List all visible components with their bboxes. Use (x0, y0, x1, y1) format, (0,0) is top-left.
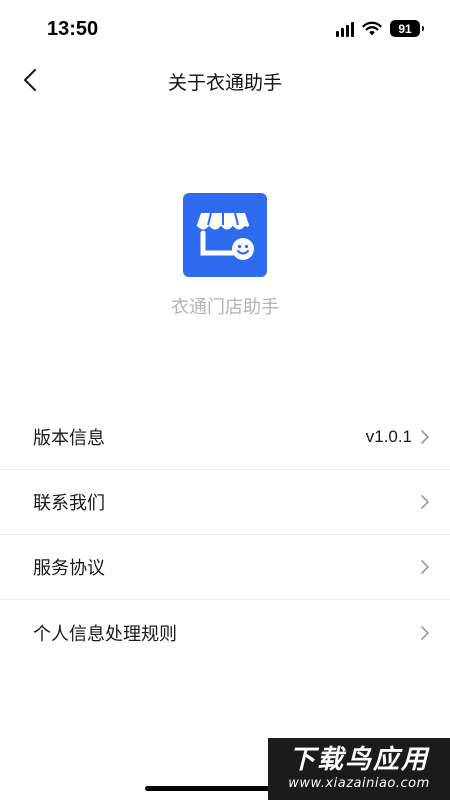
chevron-right-icon (421, 495, 429, 509)
status-bar: 13:50 91 (0, 0, 450, 58)
menu-item-label: 个人信息处理规则 (33, 623, 177, 645)
signal-icon (336, 21, 354, 37)
wifi-icon (362, 21, 382, 36)
version-value: v1.0.1 (365, 427, 412, 446)
page-title: 关于衣通助手 (167, 72, 282, 94)
nav-bar: 关于衣通助手 (0, 58, 450, 102)
chevron-right-icon (421, 560, 429, 574)
menu-item-label: 联系我们 (33, 493, 105, 514)
chevron-right-icon (421, 625, 429, 640)
status-time: 13:50 (47, 18, 99, 40)
watermark-url: www.xiazainiao.com (288, 776, 430, 791)
menu-item-service-agreement[interactable]: 服务协议 (0, 535, 450, 600)
watermark: 下载鸟应用 www.xiazainiao.com (268, 738, 450, 800)
menu-item-contact-us[interactable]: 联系我们 (0, 470, 450, 535)
status-icons: 91 (336, 20, 424, 37)
store-smile-icon (196, 212, 254, 260)
menu-item-privacy-rules[interactable]: 个人信息处理规则 (0, 600, 450, 665)
menu-item-label: 版本信息 (33, 428, 105, 449)
about-menu-list: 版本信息 v1.0.1 联系我们 服务协议 个人信息处理规则 (0, 405, 450, 665)
app-logo (183, 193, 267, 277)
chevron-right-icon (421, 430, 429, 444)
app-name: 衣通门店助手 (171, 297, 279, 318)
watermark-title: 下载鸟应用 (288, 745, 429, 775)
menu-item-label: 服务协议 (33, 558, 105, 579)
battery-icon: 91 (390, 20, 424, 37)
menu-item-version-info[interactable]: 版本信息 v1.0.1 (0, 405, 450, 470)
